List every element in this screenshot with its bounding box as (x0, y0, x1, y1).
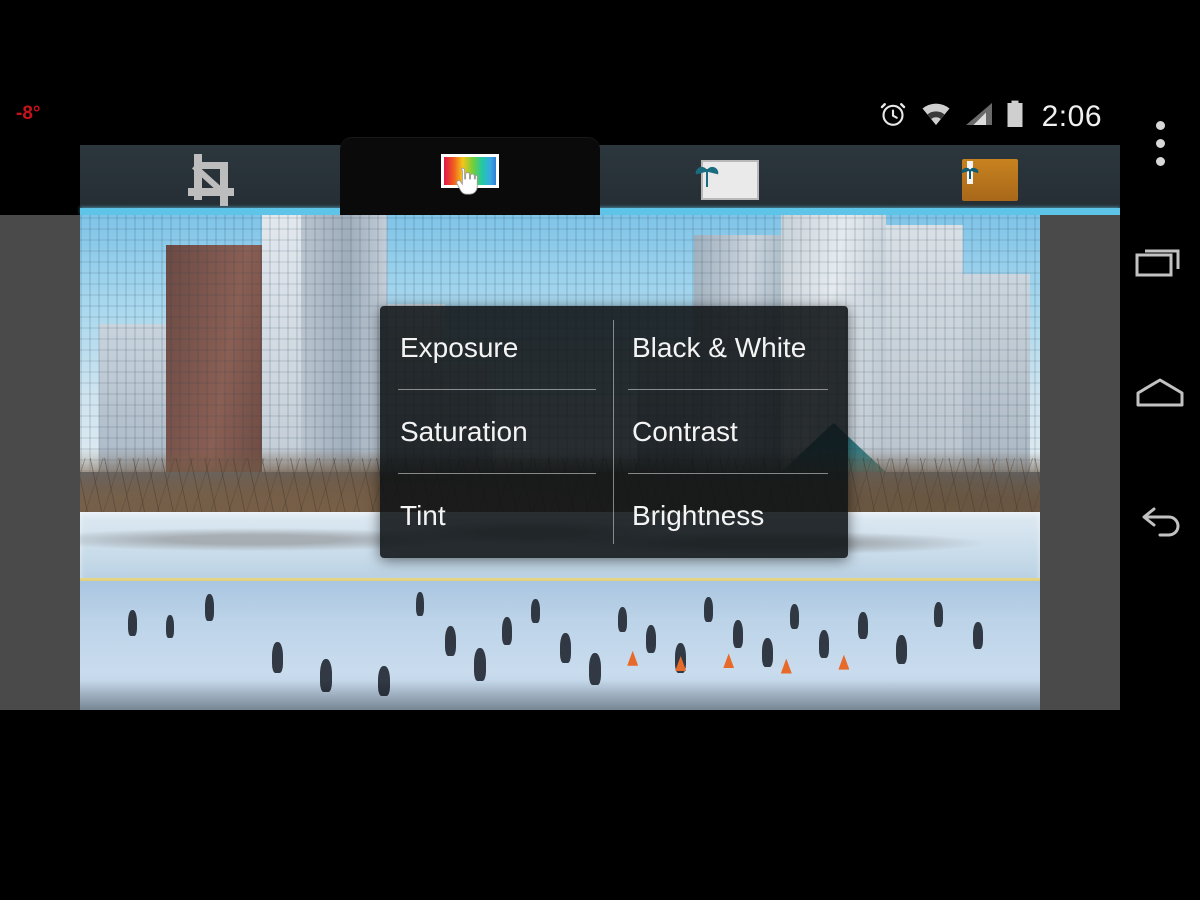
battery-icon (1006, 100, 1024, 133)
device-viewport: -8° 2:06 Exposure Saturation Tint Black … (0, 88, 1120, 710)
screenshot-root: -8° 2:06 Exposure Saturation Tint Black … (0, 0, 1200, 900)
cellular-signal-icon (964, 101, 994, 132)
tab-borders[interactable] (860, 145, 1120, 215)
temperature-indicator: -8° (16, 103, 41, 124)
tab-effects[interactable] (600, 145, 860, 215)
menu-column-right: Black & White Contrast Brightness (614, 306, 848, 558)
menu-item-black-and-white[interactable]: Black & White (614, 306, 848, 390)
menu-item-contrast[interactable]: Contrast (614, 390, 848, 474)
picture-frame-icon (959, 155, 1021, 205)
menu-item-tint[interactable]: Tint (380, 474, 614, 558)
home-button[interactable] (1120, 328, 1200, 458)
recent-apps-icon (1135, 249, 1180, 277)
status-bar-icons: 2:06 (878, 99, 1102, 134)
status-clock: 2:06 (1041, 99, 1102, 133)
edit-toolbar (80, 137, 1120, 215)
photo-effects-icon (699, 156, 761, 204)
effects-dropdown-menu: Exposure Saturation Tint Black & White C… (380, 306, 848, 558)
tab-color-adjustments[interactable] (340, 137, 600, 215)
crop-icon (184, 154, 236, 206)
alarm-icon (878, 99, 908, 134)
tab-crop[interactable] (80, 145, 340, 215)
overflow-menu-icon (1155, 120, 1165, 166)
navigation-bar (1120, 88, 1200, 800)
menu-item-exposure[interactable]: Exposure (380, 306, 614, 390)
pointer-hand-icon (456, 167, 478, 195)
back-icon (1142, 507, 1180, 537)
recent-apps-button[interactable] (1120, 198, 1200, 328)
home-icon (1136, 378, 1184, 407)
menu-column-left: Exposure Saturation Tint (380, 306, 614, 558)
color-adjust-icon (439, 152, 501, 200)
overflow-menu-button[interactable] (1120, 88, 1200, 198)
wifi-icon (920, 101, 952, 132)
menu-item-saturation[interactable]: Saturation (380, 390, 614, 474)
back-button[interactable] (1120, 458, 1200, 588)
menu-item-brightness[interactable]: Brightness (614, 474, 848, 558)
